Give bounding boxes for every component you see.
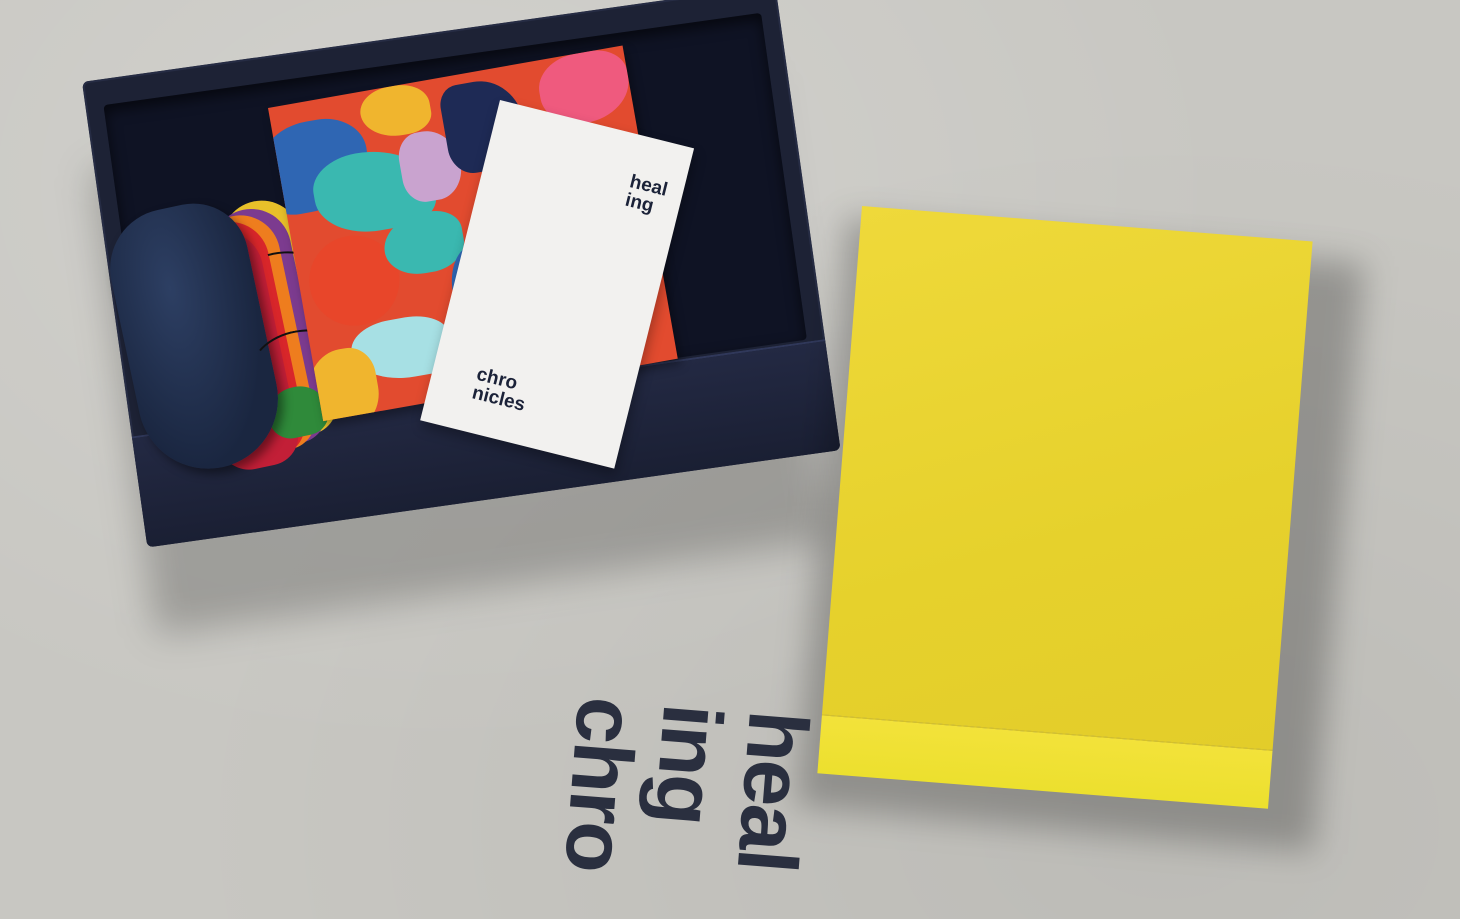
leaflet-top-text: heal ing: [623, 171, 670, 217]
lid-top-face: [821, 206, 1313, 750]
lid-title-text: heal ing chro: [547, 693, 826, 875]
yellow-lid: heal ing chro: [547, 206, 1313, 875]
leaflet-bottom-text: chro nicles: [469, 363, 528, 416]
product-photo: heal ing chro nicles heal ing chro: [0, 0, 1460, 919]
